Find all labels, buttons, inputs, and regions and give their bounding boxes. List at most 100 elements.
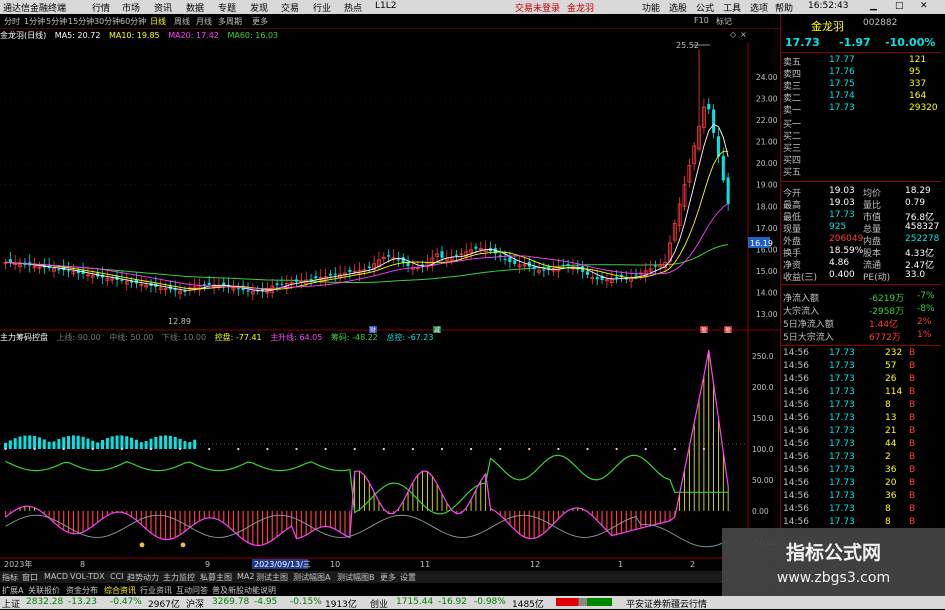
date-axis-label-dec: 12 (530, 560, 540, 569)
period-tab-daily[interactable]: 日线 (150, 16, 166, 27)
tick-side: B (909, 478, 916, 488)
menu-item-hot[interactable]: 热点 (344, 1, 362, 14)
menu-item-function[interactable]: 功能 (642, 1, 660, 14)
flow-label: 净流入额 (783, 294, 820, 304)
stat-row: 换手 18.59% 股本 4.33亿 (781, 246, 941, 259)
stat-value: 206049 (829, 234, 864, 244)
menu-item-industry[interactable]: 行业 (313, 1, 331, 14)
flow-label: 5日大宗流入 (783, 333, 834, 343)
menu-item-formula[interactable]: 公式 (696, 1, 714, 14)
tab-main-monitor[interactable]: 主力监控 (163, 572, 195, 583)
price-change: -1.97 (839, 36, 871, 49)
tab-more[interactable]: 更多 (380, 572, 396, 583)
ask-price: 17.74 (829, 91, 855, 101)
period-tab-weekly[interactable]: 周线 (174, 16, 190, 27)
menu-item-l1l2[interactable]: L1L2 (375, 1, 396, 11)
tab-related-quotes[interactable]: 关联报价 (28, 585, 60, 596)
tab-vol-tdx[interactable]: VOL-TDX (70, 572, 105, 581)
tab-cci[interactable]: CCI (110, 572, 124, 581)
date-axis-label-oct: 10 (330, 560, 340, 569)
menu-item-market[interactable]: 市场 (122, 1, 140, 14)
tick-side: B (909, 348, 916, 358)
tab-general-news[interactable]: 综合资讯 (104, 585, 136, 596)
tick-price: 17.73 (829, 478, 855, 488)
tick-volume: 20 (885, 478, 897, 488)
indicator-reference-dot (149, 447, 153, 451)
tab-trend-power[interactable]: 趋势动力 (127, 572, 159, 583)
indicator-signal-dot (180, 542, 186, 548)
period-tab-5min[interactable]: 5分钟 (46, 16, 67, 27)
candle-body (406, 262, 410, 267)
chart-settings-icon[interactable]: ◇ (730, 30, 737, 39)
tab-ma2[interactable]: MA2 (237, 572, 254, 581)
candle-body (207, 282, 211, 285)
flow-label: 大宗流入 (783, 307, 820, 317)
menu-bar: 通达信金融终端 行情 市场 资讯 数据 专题 发现 交易 行业 热点 L1L2 … (0, 0, 945, 14)
flow-value: 1.44亿 (869, 320, 899, 330)
tab-private-main[interactable]: 私募主图 (200, 572, 232, 583)
price-axis: 24.00 23.00 22.00 21.00 20.00 19.00 18.00 17.00… (756, 73, 778, 319)
period-tab-15min[interactable]: 15分钟 (68, 16, 94, 27)
last-price: 17.73 (785, 36, 820, 49)
menu-item-data[interactable]: 数据 (186, 1, 204, 14)
indicator-axis: 250.0200.0150.0100.050.000.00-50.00 (752, 352, 776, 547)
tab-new-stock-info[interactable]: 普及新股动能说明 (212, 585, 276, 596)
chart-close-icon[interactable]: × (740, 30, 747, 39)
tab-expand-a[interactable]: 扩展A (2, 585, 23, 596)
menu-item-discover[interactable]: 发现 (250, 1, 268, 14)
index-status-bar: 上证 2832.28 -13.23 -0.47% 2967亿 沪深 3269.7… (0, 596, 945, 610)
bid-row: 买一 (781, 117, 941, 130)
indicator-reference-dot (237, 447, 240, 451)
tab-industry-news[interactable]: 行业资讯 (140, 585, 172, 596)
tab-test-sub-a[interactable]: 测试幅图A (293, 572, 330, 583)
indicator-reference-dot (411, 447, 414, 451)
menu-item-trade[interactable]: 交易 (281, 1, 299, 14)
menu-item-news[interactable]: 资讯 (154, 1, 172, 14)
menu-item-help[interactable]: 帮助 (775, 1, 793, 14)
cyb-index-label[interactable]: 创业 (370, 597, 388, 610)
price-axis-tick: 13.00 (756, 310, 778, 319)
close-icon[interactable]: ✕ (920, 1, 928, 11)
period-tab-timeshare[interactable]: 分时 (4, 16, 20, 27)
tick-row: 14:56 17.73 114 B (781, 387, 941, 399)
tab-settings[interactable]: 设置 (400, 572, 416, 583)
tab-test-main[interactable]: 测试主图 (256, 572, 288, 583)
menu-item-tools[interactable]: 工具 (723, 1, 741, 14)
ask-price: 17.77 (829, 55, 855, 65)
trade-login-status[interactable]: 交易未登录 (515, 1, 560, 14)
tick-list[interactable]: 14:56 17.73 232 B 14:56 17.73 57 B 14:56 17.73 26 B… (781, 348, 941, 538)
menu-item-options[interactable]: 选项 (750, 1, 768, 14)
hs-index-label[interactable]: 沪深 (186, 597, 204, 610)
period-tab-60min[interactable]: 60分钟 (120, 16, 146, 27)
tick-volume: 36 (885, 491, 897, 501)
sh-index-label[interactable]: 上证 (2, 597, 20, 610)
tab-macd[interactable]: MACD (44, 572, 68, 581)
tab-test-sub-b[interactable]: 测试幅图B (337, 572, 375, 583)
period-tab-more[interactable]: 更多 (252, 16, 268, 27)
indicator-title[interactable]: 主力筹码控盘 (0, 333, 48, 342)
period-tab-30min[interactable]: 30分钟 (94, 16, 120, 27)
tab-indicator[interactable]: 指标 (2, 572, 18, 583)
ask-volume: 337 (909, 79, 927, 89)
period-tab-monthly[interactable]: 月线 (196, 16, 212, 27)
period-tab-multi[interactable]: 多周期 (218, 16, 242, 27)
tab-window[interactable]: 窗口 (22, 572, 38, 583)
tab-qa[interactable]: 互动问答 (176, 585, 208, 596)
price-axis-tick: 14.00 (756, 288, 778, 297)
tick-row: 14:56 17.73 13 B (781, 413, 941, 425)
menu-item-topics[interactable]: 专题 (218, 1, 236, 14)
hs-index-amount: 1913亿 (325, 600, 357, 610)
current-price-value: 16.19 (750, 239, 773, 248)
menu-item-select[interactable]: 选股 (669, 1, 687, 14)
period-tab-1min[interactable]: 1分钟 (24, 16, 45, 27)
minimize-icon[interactable]: ▁ (870, 1, 877, 11)
candle-body (455, 254, 459, 256)
tab-fund-distribution[interactable]: 资金分布 (66, 585, 98, 596)
indicator-reference-dot (702, 447, 706, 451)
indicator-reference-dot (615, 447, 618, 451)
menu-item-quotes[interactable]: 行情 (92, 1, 110, 14)
kline-chart[interactable]: 24.0023.0022.0021.0020.0019.0018.0017.00… (0, 28, 780, 571)
mark-button[interactable]: 标记 (716, 16, 732, 27)
f10-button[interactable]: F10 (694, 16, 709, 25)
maximize-icon[interactable]: □ (895, 1, 904, 11)
